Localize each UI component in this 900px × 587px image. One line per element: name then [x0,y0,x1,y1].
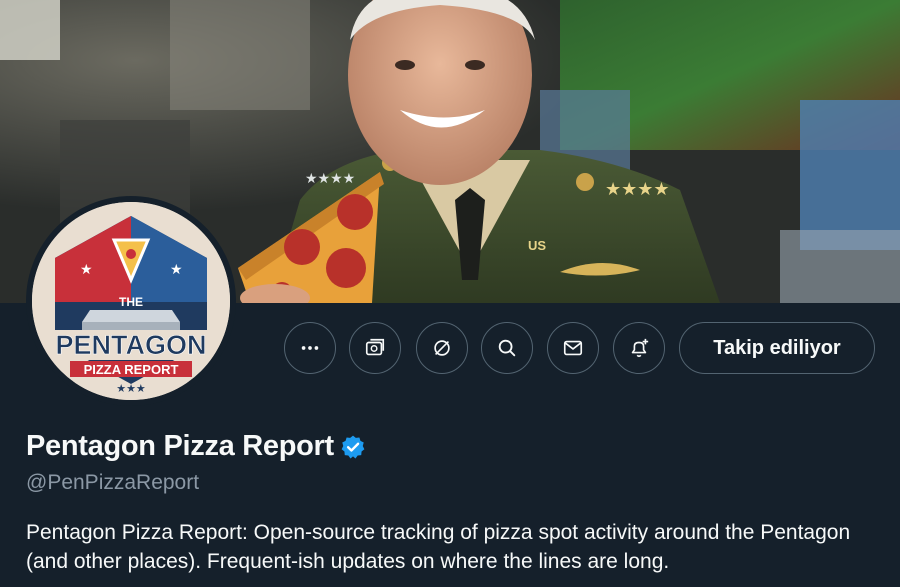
search-button[interactable] [481,322,533,374]
subscribe-icon [365,338,385,356]
profile-avatar[interactable]: ★ ★ THE PENTAGON PIZZA REPORT ★★★ [26,196,236,406]
grok-button[interactable] [416,322,468,374]
mail-icon [563,340,583,356]
more-icon [301,346,319,350]
svg-text:★★★★: ★★★★ [305,170,355,186]
display-name: Pentagon Pizza Report [26,430,334,462]
logo-text-subtitle: PIZZA REPORT [84,362,179,377]
more-button[interactable] [284,322,336,374]
svg-text:★: ★ [170,261,183,277]
pentagon-pizza-logo: ★ ★ THE PENTAGON PIZZA REPORT ★★★ [32,202,230,400]
following-button[interactable]: Takip ediliyor [679,322,875,374]
notifications-button[interactable] [613,322,665,374]
bell-plus-icon [631,338,649,358]
profile-bio: Pentagon Pizza Report: Open-source track… [26,521,851,573]
search-icon [498,339,516,357]
logo-text-the: THE [119,295,143,309]
profile-handle: @PenPizzaReport [26,471,200,494]
profile-name-row: Pentagon Pizza Report [26,430,366,463]
svg-text:★★★★: ★★★★ [605,179,670,199]
svg-text:★: ★ [80,261,93,277]
logo-stars: ★★★ [116,382,146,395]
avatar-image: ★ ★ THE PENTAGON PIZZA REPORT ★★★ [32,202,230,400]
message-button[interactable] [547,322,599,374]
grok-icon [434,340,450,356]
collar-badge-text: US [528,238,546,253]
subscribe-button[interactable] [349,322,401,374]
logo-text-pentagon: PENTAGON [55,330,206,360]
verified-badge-icon[interactable] [340,434,366,460]
